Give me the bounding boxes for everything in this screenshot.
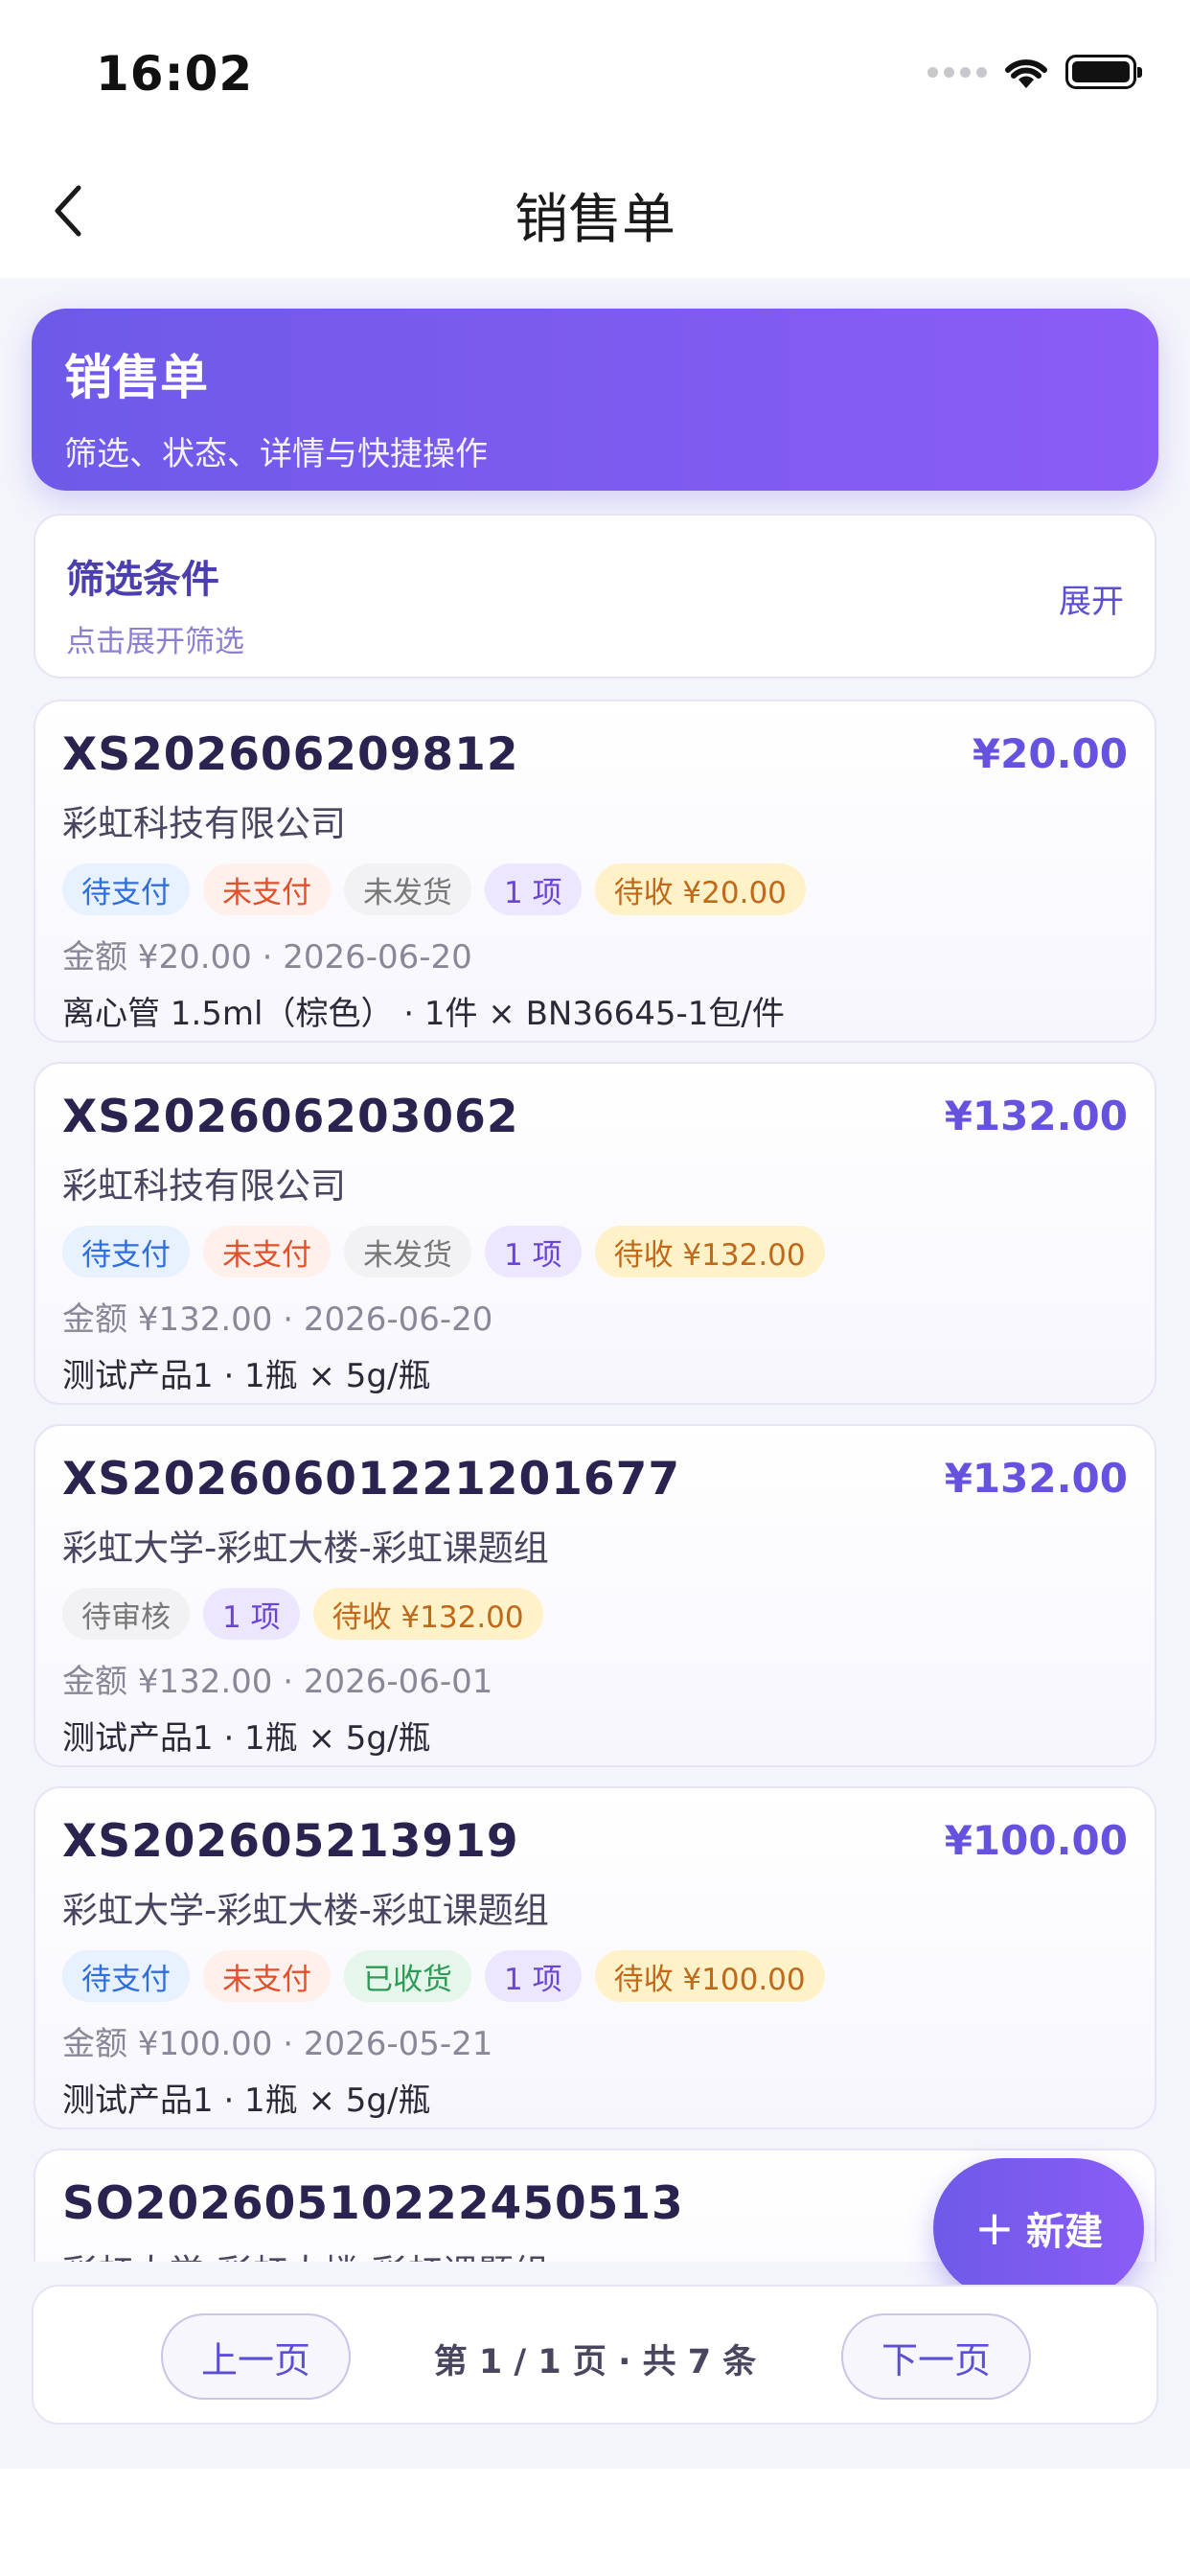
receivable-badge: 待收 ¥132.00 (312, 1588, 543, 1640)
payment-badge: 未支付 (203, 863, 331, 915)
cellular-signal-icon (927, 66, 987, 78)
receivable-badge: 待收 ¥100.00 (594, 1950, 825, 2002)
item-count-badge: 1 项 (203, 1588, 300, 1640)
status-time: 16:02 (96, 46, 254, 102)
receivable-badge: 待收 ¥132.00 (594, 1226, 825, 1277)
order-number: XS202606209812 (62, 728, 519, 781)
payment-badge: 未支付 (203, 1950, 331, 2002)
order-list[interactable]: XS202606209812 ¥20.00 彩虹科技有限公司 待支付 未支付 未… (0, 700, 1190, 2262)
status-bar: 16:02 (0, 0, 1190, 144)
item-count-badge: 1 项 (485, 1950, 582, 2002)
status-badge: 待审核 (62, 1588, 190, 1640)
order-customer: 彩虹大学-彩虹大楼-彩虹课题组 (62, 1890, 549, 1931)
order-tags: 待支付 未支付 未发货 1 项 待收 ¥132.00 (62, 1226, 1128, 1277)
status-badge: 待支付 (62, 863, 190, 915)
status-badge: 待支付 (62, 1226, 190, 1277)
filter-hint: 点击展开筛选 (66, 625, 244, 659)
order-customer: 彩虹大学-彩虹大楼-彩虹课题组 (62, 1528, 549, 1569)
new-order-label: 新建 (1025, 2210, 1103, 2254)
order-meta: 金额 ¥100.00 · 2026-05-21 (62, 2025, 493, 2063)
status-badge: 待支付 (62, 1950, 190, 2002)
filter-title: 筛选条件 (66, 558, 219, 602)
order-tags: 待支付 未支付 未发货 1 项 待收 ¥20.00 (62, 863, 1128, 915)
order-tags: 待支付 未支付 已收货 1 项 待收 ¥100.00 (62, 1950, 1128, 2002)
new-order-button[interactable]: + 新建 (933, 2158, 1144, 2298)
order-customer: 彩虹科技有限公司 (62, 1165, 346, 1207)
battery-icon (1065, 55, 1142, 89)
order-tags: 待审核 1 项 待收 ¥132.00 (62, 1588, 1128, 1640)
item-count-badge: 1 项 (485, 863, 582, 915)
order-meta: 金额 ¥132.00 · 2026-06-01 (62, 1663, 493, 1701)
order-card[interactable]: XS202606209812 ¥20.00 彩虹科技有限公司 待支付 未支付 未… (34, 700, 1156, 1043)
order-items: 测试产品1 · 1瓶 × 5g/瓶 (62, 2082, 431, 2120)
hero-subtitle: 筛选、状态、详情与快捷操作 (64, 435, 488, 473)
item-count-badge: 1 项 (485, 1226, 582, 1277)
filter-card[interactable]: 筛选条件 点击展开筛选 展开 (34, 514, 1156, 678)
wifi-icon (1005, 59, 1047, 88)
order-amount: ¥132.00 (944, 1092, 1128, 1139)
page-title: 销售单 (515, 189, 675, 251)
shipping-badge: 已收货 (344, 1950, 471, 2002)
order-items: 离心管 1.5ml（棕色） · 1件 × BN36645-1包/件 (62, 995, 785, 1033)
filter-expand-button[interactable]: 展开 (1059, 575, 1124, 622)
plus-icon: + (974, 2200, 1015, 2256)
pagination-bar: 上一页 第 1 / 1 页 · 共 7 条 下一页 (32, 2285, 1158, 2425)
hero-banner: 销售单 筛选、状态、详情与快捷操作 (32, 309, 1158, 491)
status-icons (927, 54, 1142, 90)
hero-title: 销售单 (64, 350, 208, 405)
order-amount: ¥100.00 (944, 1817, 1128, 1864)
bottom-safe-area (0, 2469, 1190, 2576)
payment-badge: 未支付 (203, 1226, 331, 1277)
order-meta: 金额 ¥20.00 · 2026-06-20 (62, 938, 472, 977)
next-page-button[interactable]: 下一页 (841, 2313, 1031, 2400)
order-amount: ¥132.00 (944, 1455, 1128, 1502)
order-items: 测试产品1 · 1瓶 × 5g/瓶 (62, 1719, 431, 1758)
shipping-badge: 未发货 (344, 1226, 471, 1277)
shipping-badge: 未发货 (344, 863, 471, 915)
order-items: 测试产品1 · 1瓶 × 5g/瓶 (62, 1357, 431, 1395)
nav-bar: 销售单 (0, 144, 1190, 278)
order-customer: 彩虹科技有限公司 (62, 803, 346, 844)
order-card[interactable]: XS202605213919 ¥100.00 彩虹大学-彩虹大楼-彩虹课题组 待… (34, 1786, 1156, 2129)
receivable-badge: 待收 ¥20.00 (594, 863, 806, 915)
order-amount: ¥20.00 (972, 730, 1128, 777)
order-meta: 金额 ¥132.00 · 2026-06-20 (62, 1300, 493, 1339)
order-card[interactable]: XS20260601221201677 ¥132.00 彩虹大学-彩虹大楼-彩虹… (34, 1424, 1156, 1767)
order-card[interactable]: XS202606203062 ¥132.00 彩虹科技有限公司 待支付 未支付 … (34, 1062, 1156, 1405)
